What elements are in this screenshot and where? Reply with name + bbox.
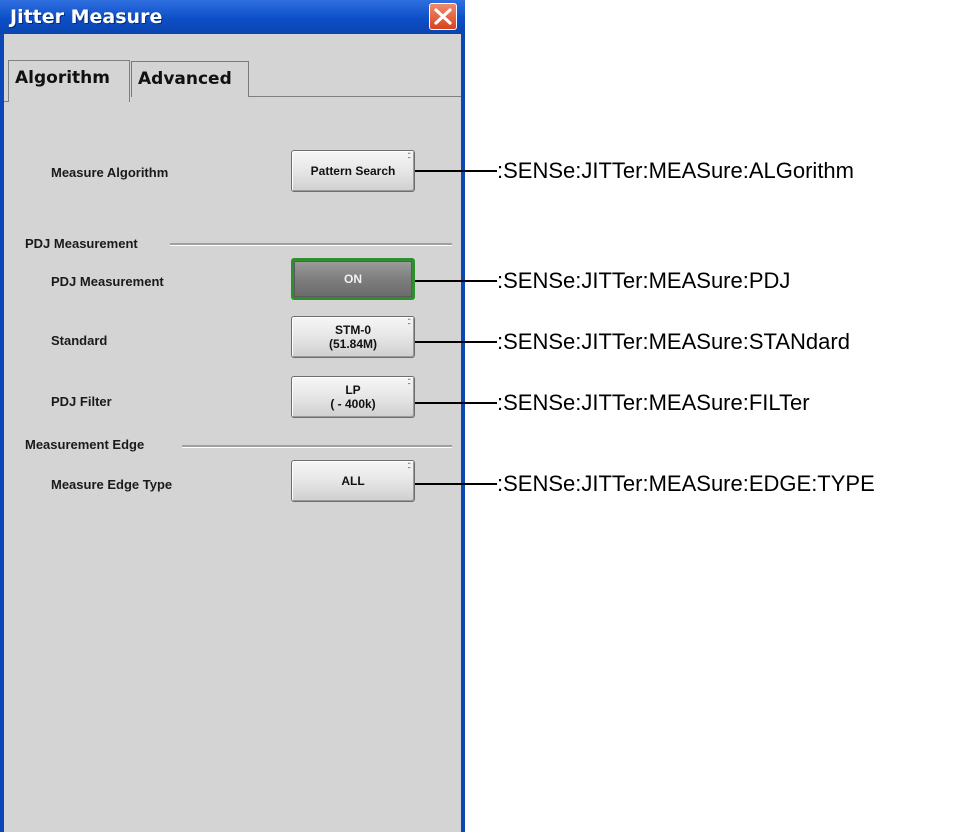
pdj-measurement-toggle[interactable]: ON — [291, 258, 415, 300]
callout-line — [415, 280, 497, 282]
close-button[interactable] — [429, 3, 457, 30]
dropdown-indicator-icon: ⁚⁚ — [407, 379, 412, 386]
pdj-filter-value-line1: LP — [345, 383, 361, 397]
pdj-filter-label: PDJ Filter — [51, 394, 112, 409]
measurement-edge-group-title: Measurement Edge — [25, 437, 145, 452]
standard-value-line1: STM-0 — [335, 323, 371, 337]
measure-edge-type-value: ALL — [341, 474, 365, 488]
callout-line — [415, 402, 497, 404]
pdj-filter-button[interactable]: ⁚⁚ LP ( - 400k) — [291, 376, 415, 418]
tab-divider — [249, 96, 461, 97]
measure-edge-type-button[interactable]: ⁚⁚ ALL — [291, 460, 415, 502]
tab-advanced-label: Advanced — [138, 69, 232, 89]
dropdown-indicator-icon: ⁚⁚ — [407, 153, 412, 160]
measure-algorithm-label: Measure Algorithm — [51, 165, 169, 180]
group-divider — [170, 243, 452, 246]
command-algorithm: :SENSe:JITTer:MEASure:ALGorithm — [497, 158, 854, 183]
tab-algorithm[interactable]: Algorithm — [8, 60, 130, 102]
dropdown-indicator-icon: ⁚⁚ — [407, 319, 412, 326]
command-pdj: :SENSe:JITTer:MEASure:PDJ — [497, 268, 791, 293]
pdj-measurement-value: ON — [344, 272, 362, 286]
callout-line — [415, 341, 497, 343]
measure-edge-type-label: Measure Edge Type — [51, 477, 173, 492]
callout-line — [415, 483, 497, 485]
pdj-measurement-group-title: PDJ Measurement — [25, 236, 138, 251]
pdj-filter-value-line2: ( - 400k) — [330, 397, 376, 411]
dropdown-indicator-icon: ⁚⁚ — [407, 463, 412, 470]
pdj-measurement-label: PDJ Measurement — [51, 274, 164, 289]
standard-label: Standard — [51, 333, 108, 348]
title-bar[interactable]: Jitter Measure — [0, 0, 465, 34]
tab-advanced[interactable]: Advanced — [131, 61, 249, 97]
close-icon — [434, 8, 452, 25]
measure-algorithm-value: Pattern Search — [310, 164, 396, 178]
command-standard: :SENSe:JITTer:MEASure:STANdard — [497, 329, 850, 354]
measure-algorithm-button[interactable]: ⁚⁚ Pattern Search — [291, 150, 415, 192]
command-edge-type: :SENSe:JITTer:MEASure:EDGE:TYPE — [497, 471, 875, 496]
standard-value-line2: (51.84M) — [328, 337, 378, 351]
window-title: Jitter Measure — [10, 6, 163, 28]
group-divider — [182, 445, 452, 448]
tab-algorithm-label: Algorithm — [15, 68, 110, 88]
callout-line — [415, 170, 497, 172]
command-filter: :SENSe:JITTer:MEASure:FILTer — [497, 390, 810, 415]
standard-button[interactable]: ⁚⁚ STM-0 (51.84M) — [291, 316, 415, 358]
